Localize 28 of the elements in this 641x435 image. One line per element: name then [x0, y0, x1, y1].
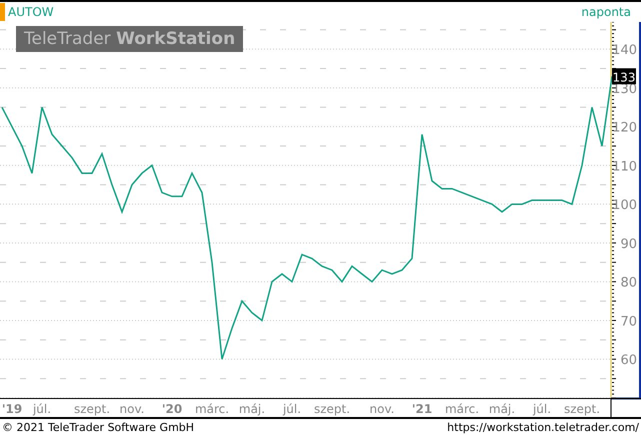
y-tick-label: 120: [612, 120, 637, 136]
x-tick-label: máj.: [488, 402, 516, 416]
x-tick-label: márc.: [444, 402, 480, 416]
x-tick-label: szept.: [564, 402, 600, 416]
watermark-logo: TeleTrader WorkStation: [16, 26, 244, 52]
y-tick-label: 140: [612, 43, 637, 58]
x-tick-label: '21: [412, 402, 432, 416]
y-tick-label: 110: [612, 159, 637, 174]
x-tick-label: '20: [162, 402, 182, 416]
x-tick-label: júl.: [532, 402, 552, 416]
y-tick-label: 100: [612, 198, 637, 214]
x-tick-label: szept.: [74, 402, 110, 416]
x-tick-label: máj.: [238, 402, 266, 416]
x-tick-label: júl.: [32, 402, 52, 416]
y-tick-label: 90: [620, 236, 637, 252]
copyright-text: © 2021 TeleTrader Software GmbH: [2, 420, 194, 434]
x-tick-label: júl.: [282, 402, 302, 416]
symbol-label: AUTOW: [0, 3, 54, 21]
x-tick-label: márc.: [194, 402, 230, 416]
last-price-badge: 133: [612, 68, 636, 84]
x-tick-label: nov.: [120, 402, 144, 416]
y-tick-label: 80: [620, 276, 637, 291]
x-tick-label: szept.: [314, 402, 350, 416]
x-tick-label: nov.: [370, 402, 394, 416]
y-tick-label: 60: [620, 353, 637, 368]
y-tick-label: 70: [620, 314, 637, 330]
website-link[interactable]: https://workstation.teletrader.com/: [447, 420, 639, 434]
x-tick-label: '19: [2, 402, 22, 416]
